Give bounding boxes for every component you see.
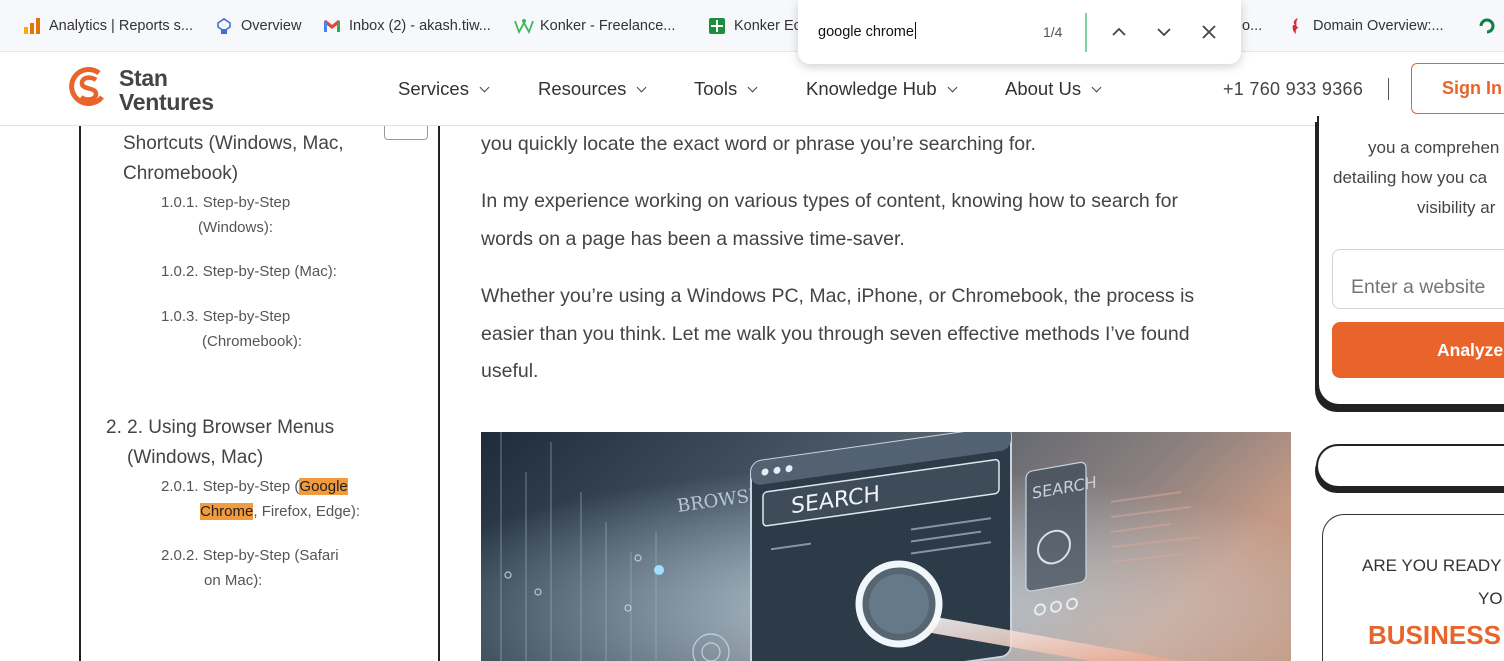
hero-image: BROWSER SEARCH SEARCH <box>481 432 1291 661</box>
toc-line: on Mac): <box>204 572 263 589</box>
article-paragraph-2: In my experience working on various type… <box>481 183 1271 258</box>
audit-text-line: visibility ar <box>1417 198 1496 217</box>
bookmark-label: Konker - Freelance... <box>540 18 676 34</box>
find-previous-button[interactable] <box>1107 20 1131 44</box>
paragraph-line: In my experience working on various type… <box>481 190 1178 212</box>
cta-business-text: BUSINESS <box>1368 620 1501 650</box>
toc-item-2-line-1: 2. 2. Using Browser Menus <box>106 417 335 438</box>
sheets-icon <box>708 17 726 35</box>
bookmark-domain-overview[interactable]: Domain Overview:... <box>1287 16 1444 36</box>
table-of-contents: Shortcuts (Windows, Mac, Chromebook) 1.0… <box>79 126 440 661</box>
bookmark-label: Domain Overview:... <box>1313 18 1444 34</box>
chevron-down-icon <box>636 82 647 92</box>
nav-label: Services <box>398 78 469 99</box>
chevron-down-icon <box>1157 28 1171 37</box>
sign-in-button[interactable]: Sign In <box>1411 63 1504 114</box>
text-caret <box>914 22 916 39</box>
chevron-down-icon <box>479 82 490 92</box>
bookmark-inbox[interactable]: Inbox (2) - akash.tiw... <box>323 16 491 36</box>
nav-label: Tools <box>694 78 738 99</box>
nav-resources[interactable]: Resources <box>538 78 647 100</box>
paragraph-line: easier than you think. Let me walk you t… <box>481 322 1190 345</box>
toc-line: 2.0.2. Step-by-Step (Safari <box>161 547 339 564</box>
bookmark-label: Konker Ec <box>734 18 801 34</box>
paragraph-line: useful. <box>481 360 539 382</box>
toc-item-2-line-2: (Windows, Mac) <box>127 447 264 468</box>
divider <box>1085 13 1087 52</box>
toc-item-1-0-1[interactable]: 1.0.1. Step-by-Step (Windows): <box>161 190 290 240</box>
bookmarks-bar: Analytics | Reports s... Overview Inbox … <box>0 0 1504 52</box>
toc-item-1-line-2: Chromebook) <box>123 163 239 184</box>
nav-label: Resources <box>538 78 627 99</box>
nav-services[interactable]: Services <box>398 78 490 100</box>
logo-line-2: Ventures <box>119 89 214 115</box>
website-input[interactable] <box>1332 249 1504 309</box>
konker-icon <box>514 17 534 35</box>
divider <box>1388 78 1389 100</box>
bookmark-extra[interactable] <box>1477 16 1503 36</box>
chevron-down-icon <box>947 82 958 92</box>
phone-link[interactable]: +1 760 933 9366 <box>1223 79 1363 100</box>
logo-line-1: Stan <box>119 65 168 91</box>
toc-item-2-0-1[interactable]: 2.0.1. Step-by-Step (Google Chrome, Fire… <box>161 474 431 524</box>
find-input[interactable]: google chrome <box>818 22 916 40</box>
toc-text: , Firefox, Edge): <box>253 503 361 520</box>
bookmark-overview[interactable]: Overview <box>215 16 301 36</box>
toc-item-1-0-3[interactable]: 1.0.3. Step-by-Step (Chromebook): <box>161 304 302 354</box>
semrush-icon <box>1287 17 1305 35</box>
site-header: Stan Ventures Services Resources Tools K… <box>0 52 1504 126</box>
article-paragraph-1: you quickly locate the exact word or phr… <box>481 133 1036 155</box>
article-paragraph-3: Whether you’re using a Windows PC, Mac, … <box>481 278 1271 391</box>
refresh-icon <box>1477 17 1495 35</box>
logo-wordmark[interactable]: Stan Ventures <box>119 66 214 114</box>
chevron-down-icon <box>1091 82 1102 92</box>
paragraph-line: words on a page has been a massive time-… <box>481 227 905 250</box>
nav-label: Knowledge Hub <box>806 78 937 99</box>
analyze-button[interactable]: Analyze <box>1332 322 1504 378</box>
toc-line: 1.0.3. Step-by-Step <box>161 308 291 325</box>
toc-item-2[interactable]: 2. 2. Using Browser Menus (Windows, Mac) <box>106 413 334 473</box>
toc-item-1-line-1: Shortcuts (Windows, Mac, <box>123 133 344 154</box>
toc-line: 1.0.1. Step-by-Step <box>161 194 291 211</box>
find-highlight: Google <box>299 478 348 495</box>
overview-icon <box>215 17 233 35</box>
audit-text-line: you a comprehen <box>1368 138 1500 157</box>
bookmark-partial[interactable]: o... <box>1242 16 1262 36</box>
find-query: google chrome <box>818 24 914 40</box>
find-close-button[interactable] <box>1197 20 1221 44</box>
find-bar: google chrome 1/4 <box>798 0 1241 64</box>
nav-knowledge-hub[interactable]: Knowledge Hub <box>806 78 958 100</box>
sidebar-pill <box>1316 444 1504 488</box>
find-highlight: Chrome <box>200 503 254 520</box>
analytics-icon <box>23 17 41 35</box>
chevron-up-icon <box>1112 27 1126 36</box>
paragraph-line: Whether you’re using a Windows PC, Mac, … <box>481 285 1195 307</box>
toc-item-1-0-2[interactable]: 1.0.2. Step-by-Step (Mac): <box>161 259 337 284</box>
nav-tools[interactable]: Tools <box>694 78 758 100</box>
bookmark-konker[interactable]: Konker - Freelance... <box>514 16 675 36</box>
close-icon <box>1202 25 1216 39</box>
bookmark-analytics[interactable]: Analytics | Reports s... <box>23 16 193 36</box>
find-next-button[interactable] <box>1152 20 1176 44</box>
bookmark-konker-ec[interactable]: Konker Ec <box>708 16 801 36</box>
toc-line: (Windows): <box>198 219 274 236</box>
find-match-count: 1/4 <box>1043 24 1063 40</box>
bookmark-label: Overview <box>241 18 302 34</box>
toc-text: 2.0.1. Step-by-Step ( <box>161 478 300 495</box>
cta-heading-line: YO <box>1478 589 1503 608</box>
toc-item-2-0-2[interactable]: 2.0.2. Step-by-Step (Safari on Mac): <box>161 543 339 593</box>
audit-text-line: detailing how you ca <box>1333 168 1488 187</box>
toc-line: (Chromebook): <box>202 333 303 350</box>
bookmark-label: o... <box>1242 18 1263 34</box>
gmail-icon <box>323 17 341 35</box>
chevron-down-icon <box>747 82 758 92</box>
cta-heading-line: ARE YOU READY <box>1362 556 1502 575</box>
bookmark-label: Inbox (2) - akash.tiw... <box>349 18 491 34</box>
bookmark-label: Analytics | Reports s... <box>49 18 193 34</box>
nav-label: About Us <box>1005 78 1082 99</box>
toc-item-1[interactable]: Shortcuts (Windows, Mac, Chromebook) <box>123 129 344 189</box>
nav-about-us[interactable]: About Us <box>1005 78 1102 100</box>
logo-icon[interactable] <box>69 65 109 111</box>
toc-toggle[interactable] <box>384 126 428 140</box>
